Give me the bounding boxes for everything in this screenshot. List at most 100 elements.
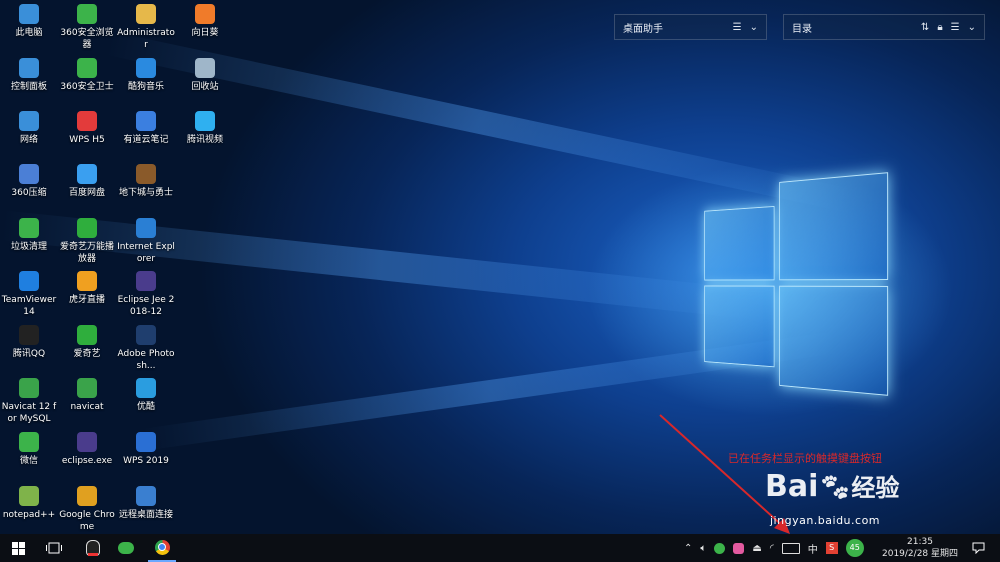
task-view-icon[interactable]	[41, 534, 67, 562]
notification-icon[interactable]	[966, 534, 990, 562]
clock[interactable]: 21:35 2019/2/28 星期四	[882, 534, 958, 562]
desktop-icon[interactable]: 百度网盘	[58, 164, 116, 199]
chrome-icon	[77, 486, 97, 506]
wifi-icon[interactable]: ◜	[770, 543, 774, 554]
iqiyi-player-icon	[77, 218, 97, 238]
desktop-icon-label: 远程桌面连接	[118, 510, 173, 520]
desktop-icon[interactable]: TeamViewer 14	[0, 271, 58, 318]
status-badge[interactable]: 45	[845, 539, 864, 557]
desktop-icon-label: navicat	[70, 402, 104, 412]
navicat-mysql-icon	[19, 378, 39, 398]
desktop-icon[interactable]: 远程桌面连接	[117, 486, 175, 521]
desktop-icon-label: 有道云笔记	[123, 135, 169, 145]
desktop-icon[interactable]: Eclipse Jee 2018-12	[117, 271, 175, 318]
desktop-icon[interactable]: 360安全卫士	[58, 58, 116, 93]
widget-title: 桌面助手	[623, 23, 663, 35]
desktop-icon-label: 微信	[19, 456, 38, 466]
desktop-icon-label: Adobe Photosh...	[117, 349, 175, 371]
desktop-icon[interactable]: 微信	[0, 432, 58, 467]
desktop-icon[interactable]: 向日葵	[176, 4, 234, 39]
control-panel-icon	[19, 58, 39, 78]
desktop-icon[interactable]: navicat	[58, 378, 116, 413]
desktop-icon[interactable]: 优酷	[117, 378, 175, 413]
ime-language[interactable]: 中	[808, 541, 818, 556]
teamviewer-icon	[19, 271, 39, 291]
desktop-icon-label: 360安全卫士	[60, 82, 114, 92]
desktop-icon[interactable]: 爱奇艺	[58, 325, 116, 360]
desktop-icon[interactable]: eclipse.exe	[58, 432, 116, 467]
dnf-icon	[136, 164, 156, 184]
desktop-icon[interactable]: 有道云笔记	[117, 111, 175, 146]
remote-desktop-icon	[136, 486, 156, 506]
desktop-icon-label: 网络	[19, 135, 38, 145]
widget-title: 目录	[792, 23, 812, 35]
chrome-icon[interactable]	[148, 534, 176, 562]
volume-icon[interactable]: 🔈︎	[700, 543, 706, 554]
desktop-icon[interactable]: 腾讯QQ	[0, 325, 58, 360]
desktop-icon[interactable]: WPS 2019	[117, 432, 175, 467]
desktop-icon[interactable]: 网络	[0, 111, 58, 146]
chevron-down-icon[interactable]: ⌄	[750, 22, 758, 33]
desktop-icon[interactable]: WPS H5	[58, 111, 116, 146]
desktop-icon[interactable]: notepad++	[0, 486, 58, 521]
sort-icon[interactable]: ⇅	[921, 22, 929, 33]
desktop-icon[interactable]: Internet Explorer	[117, 218, 175, 265]
touch-keyboard-icon[interactable]	[781, 542, 800, 554]
windows-logo	[703, 168, 890, 398]
clock-date: 2019/2/28 星期四	[882, 549, 959, 559]
desktop-icon-label: 回收站	[191, 82, 219, 92]
desktop-icon-label: 虎牙直播	[68, 295, 105, 305]
sogou-icon[interactable]: S	[825, 542, 838, 554]
desktop-icon[interactable]: 虎牙直播	[58, 271, 116, 306]
notepad-plus-icon	[19, 486, 39, 506]
start-icon[interactable]	[5, 534, 31, 562]
logo-pane	[704, 205, 775, 281]
desktop-icon[interactable]: 360压缩	[0, 164, 58, 199]
annotation-text: 已在任务栏显示的触摸键盘按钮	[728, 452, 882, 465]
computer-icon	[19, 4, 39, 24]
desktop-icon-label: 控制面板	[10, 82, 47, 92]
usb-icon[interactable]: ⏏︎	[752, 543, 761, 554]
wechat-icon	[19, 432, 39, 452]
baidu-pan-icon	[77, 164, 97, 184]
qq-icon[interactable]	[80, 534, 106, 562]
desktop-icon[interactable]: Navicat 12 for MySQL	[0, 378, 58, 425]
desktop-icon[interactable]: 爱奇艺万能播放器	[58, 218, 116, 265]
sunflower-icon	[195, 4, 215, 24]
desktop-icon-label: Eclipse Jee 2018-12	[117, 295, 175, 317]
desktop-icon[interactable]: Google Chrome	[58, 486, 116, 533]
app-tray-icon[interactable]	[733, 542, 745, 554]
desktop-icon[interactable]: Adobe Photosh...	[117, 325, 175, 372]
directory-widget[interactable]: 目录 ⇅ 🔒︎ ☰ ⌄	[783, 14, 985, 40]
photoshop-icon	[136, 325, 156, 345]
lock-icon[interactable]: 🔒︎	[937, 22, 942, 33]
desktop-assistant-widget[interactable]: 桌面助手 ☰ ⌄	[614, 14, 767, 40]
desktop-icon[interactable]: 此电脑	[0, 4, 58, 39]
wps-h5-icon	[77, 111, 97, 131]
chevron-down-icon[interactable]: ⌄	[968, 22, 976, 33]
watermark-brand: Bai	[765, 469, 819, 504]
desktop-icon[interactable]: 垃圾清理	[0, 218, 58, 253]
desktop-icon-label: Internet Explorer	[117, 242, 175, 264]
baidu-watermark: Bai🐾︎经验	[765, 468, 899, 504]
huya-icon	[77, 271, 97, 291]
qq-icon	[19, 325, 39, 345]
desktop-icon[interactable]: 360安全浏览器	[58, 4, 116, 51]
desktop-icon-label: 爱奇艺万能播放器	[59, 242, 114, 264]
desktop-icon-label: notepad++	[2, 510, 56, 520]
desktop-icon[interactable]: 地下城与勇士	[117, 164, 175, 199]
desktop-icon-label: 地下城与勇士	[118, 188, 173, 198]
desktop-icon[interactable]: 回收站	[176, 58, 234, 93]
wechat-icon[interactable]	[113, 534, 139, 562]
desktop-icon-label: eclipse.exe	[61, 456, 113, 466]
menu-icon[interactable]: ☰	[951, 22, 960, 33]
desktop-icon-label: WPS H5	[69, 135, 105, 145]
desktop-icon[interactable]: 控制面板	[0, 58, 58, 93]
desktop-icon[interactable]: 腾讯视频	[176, 111, 234, 146]
desktop-icon[interactable]: 酷狗音乐	[117, 58, 175, 93]
360-security-icon	[77, 58, 97, 78]
menu-icon[interactable]: ☰	[733, 22, 742, 33]
chevron-up-icon[interactable]: ⌃	[684, 543, 692, 554]
desktop-icon[interactable]: Administrator	[117, 4, 175, 51]
360-tray-icon[interactable]	[714, 542, 726, 554]
